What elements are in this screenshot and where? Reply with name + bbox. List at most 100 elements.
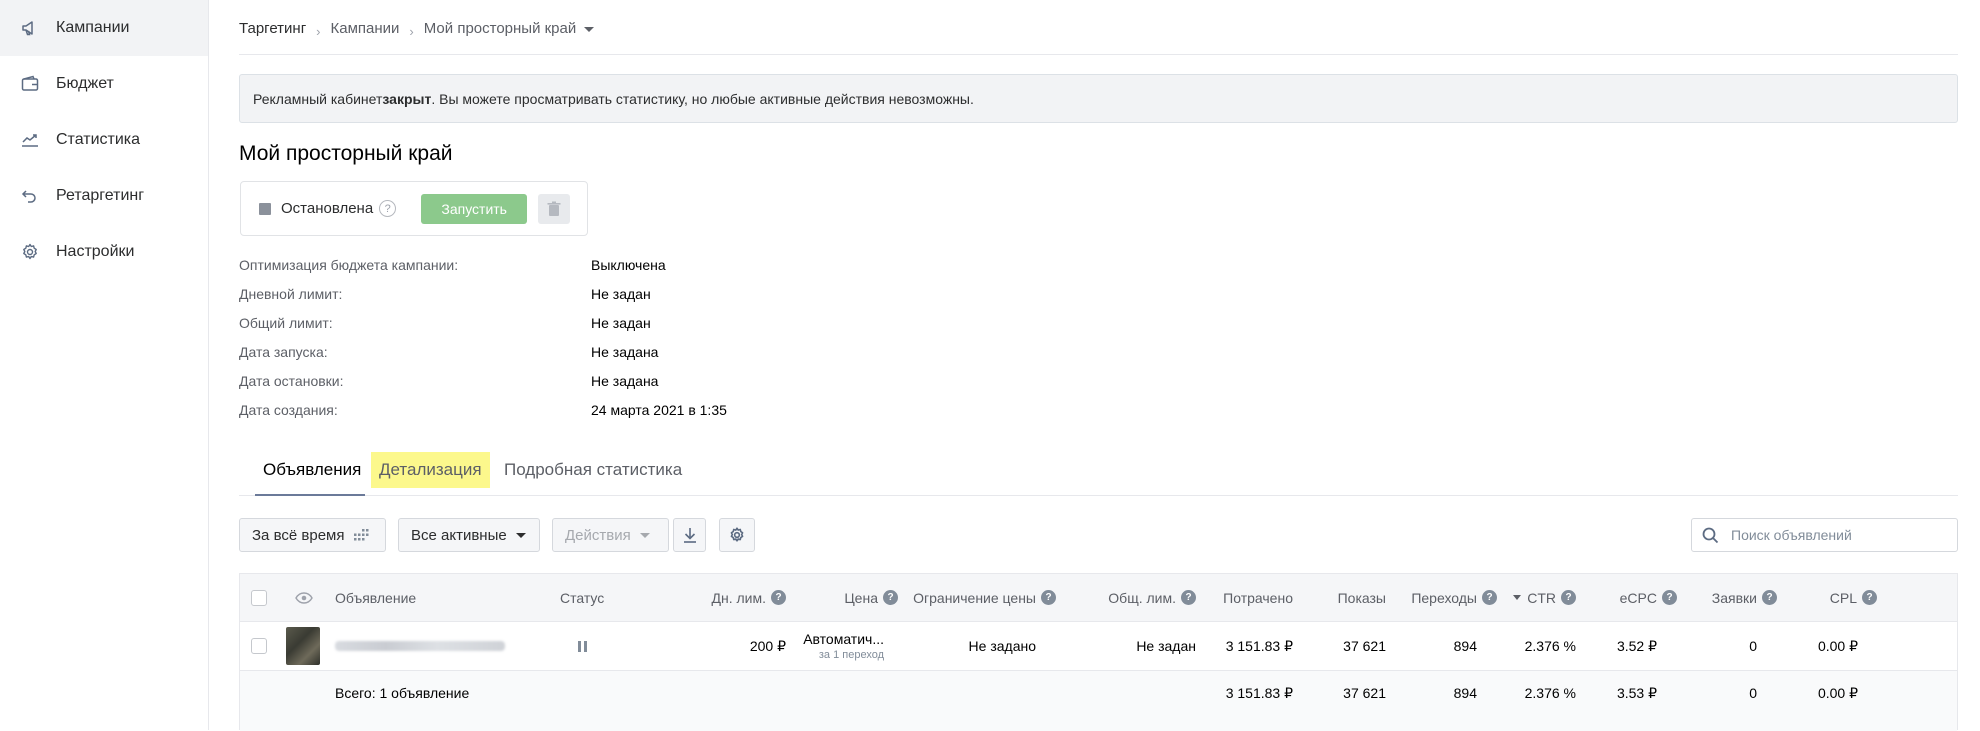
property-row: Дата запуска: Не задана	[239, 344, 839, 373]
col-status[interactable]: Статус	[560, 574, 604, 621]
pause-icon[interactable]	[578, 622, 587, 670]
help-icon[interactable]: ?	[379, 200, 397, 217]
property-row: Оптимизация бюджета кампании: Выключена	[239, 257, 839, 286]
col-day-limit[interactable]: Дн. лим.?	[660, 574, 786, 621]
cell-price-limit: Не задано	[968, 638, 1036, 654]
col-total-limit-label: Общ. лим.	[1108, 589, 1176, 606]
col-price-limit[interactable]: Ограничение цены?	[900, 574, 1056, 621]
pause-status-icon	[578, 640, 587, 652]
property-label: Общий лимит:	[239, 315, 333, 331]
select-all-checkbox[interactable]	[251, 574, 267, 621]
breadcrumb-targeting[interactable]: Таргетинг	[239, 20, 306, 37]
search-input[interactable]	[1729, 526, 1953, 544]
sidebar-item-campaigns[interactable]: Кампании	[0, 0, 208, 56]
col-total-limit[interactable]: Общ. лим.?	[1060, 574, 1196, 621]
cell-price: Автоматич... за 1 переход	[796, 622, 884, 670]
return-arrow-icon	[19, 185, 41, 207]
price-value: Автоматич...	[803, 631, 884, 647]
eye-icon[interactable]	[295, 574, 313, 621]
col-impressions[interactable]: Показы	[1300, 574, 1386, 621]
breadcrumb: Таргетинг › Кампании › Мой просторный кр…	[239, 20, 595, 39]
info-icon[interactable]: ?	[1762, 590, 1777, 605]
cell-total-limit: Не задан	[1136, 638, 1196, 654]
property-row: Дата остановки: Не задана	[239, 373, 839, 402]
col-price-limit-label: Ограничение цены	[913, 589, 1036, 606]
info-icon[interactable]: ?	[1041, 590, 1056, 605]
total-cpl: 0.00 ₽	[1817, 684, 1858, 701]
property-row: Дневной лимит: Не задан	[239, 286, 839, 315]
wallet-icon	[19, 73, 41, 95]
breadcrumb-campaign-dropdown[interactable]: Мой просторный край	[423, 20, 595, 37]
property-label: Дневной лимит:	[239, 286, 343, 302]
breadcrumb-campaign-name: Мой просторный край	[423, 20, 577, 37]
info-icon[interactable]: ?	[883, 590, 898, 605]
start-campaign-button[interactable]: Запустить	[421, 193, 528, 224]
cell-day-limit: 200 ₽	[749, 637, 786, 654]
info-icon[interactable]: ?	[1862, 590, 1877, 605]
download-button[interactable]	[673, 518, 706, 552]
ads-table: Объявление Статус Дн. лим.? Цена? Ограни…	[239, 573, 1958, 731]
ad-name-redacted[interactable]	[335, 622, 505, 670]
period-label: За всё время	[252, 526, 345, 544]
col-day-limit-label: Дн. лим.	[711, 589, 767, 606]
sidebar-item-settings[interactable]: Настройки	[0, 224, 208, 280]
property-label: Оптимизация бюджета кампании:	[239, 257, 459, 273]
info-icon[interactable]: ?	[771, 590, 786, 605]
col-clicks[interactable]: Переходы?	[1390, 574, 1497, 621]
stopped-status-icon	[259, 202, 271, 215]
info-icon[interactable]: ?	[1482, 590, 1497, 605]
tab-detailed-stats[interactable]: Подробная статистика	[504, 445, 682, 495]
ad-name-blurred	[335, 641, 505, 651]
divider	[239, 54, 1958, 55]
col-leads[interactable]: Заявки?	[1680, 574, 1777, 621]
period-select-button[interactable]: За всё время	[239, 518, 386, 552]
sidebar-item-budget[interactable]: Бюджет	[0, 56, 208, 112]
info-icon[interactable]: ?	[1561, 590, 1576, 605]
checkbox	[251, 589, 267, 606]
tab-bar: Объявления Детализация Подробная статист…	[239, 445, 1958, 496]
table-settings-button[interactable]	[719, 518, 755, 552]
campaign-properties: Оптимизация бюджета кампании: Выключена …	[239, 257, 839, 431]
actions-dropdown[interactable]: Действия	[552, 518, 669, 552]
row-checkbox[interactable]	[251, 622, 267, 670]
property-value: Не задана	[591, 344, 659, 360]
col-ad[interactable]: Объявление	[335, 574, 416, 621]
checkbox	[251, 638, 267, 654]
download-icon	[683, 528, 696, 543]
breadcrumb-separator: ›	[316, 24, 321, 39]
total-ecpc: 3.53 ₽	[1616, 684, 1657, 701]
ad-thumbnail	[286, 622, 320, 670]
table-row[interactable]: 200 ₽ Автоматич... за 1 переход Не задан…	[240, 622, 1957, 671]
sidebar-item-statistics[interactable]: Статистика	[0, 112, 208, 168]
ad-search-box	[1691, 518, 1958, 552]
cell-clicks: 894	[1453, 638, 1477, 654]
info-icon[interactable]: ?	[1181, 590, 1196, 605]
col-clicks-label: Переходы	[1411, 589, 1477, 606]
status-filter-dropdown[interactable]: Все активные	[398, 518, 540, 552]
col-ctr[interactable]: CTR?	[1500, 574, 1576, 621]
property-value: Не задан	[591, 286, 651, 302]
breadcrumb-campaigns[interactable]: Кампании	[331, 20, 400, 37]
sidebar-item-retargeting[interactable]: Ретаргетинг	[0, 168, 208, 224]
table-header: Объявление Статус Дн. лим.? Цена? Ограни…	[240, 574, 1957, 622]
cabinet-closed-alert: Рекламный кабинет закрыт. Вы можете прос…	[239, 74, 1958, 123]
tab-details[interactable]: Детализация	[371, 452, 490, 488]
chevron-down-icon	[639, 532, 650, 538]
info-icon[interactable]: ?	[1662, 590, 1677, 605]
trash-icon	[547, 201, 561, 216]
delete-button[interactable]	[538, 193, 571, 224]
col-price[interactable]: Цена?	[800, 574, 898, 621]
sort-desc-icon	[1513, 595, 1522, 600]
total-impressions: 37 621	[1343, 685, 1386, 701]
gear-icon	[730, 527, 744, 542]
sidebar: Кампании Бюджет Статистика Ретаргетинг Н…	[0, 0, 209, 730]
total-label: Всего: 1 объявление	[335, 685, 470, 701]
col-ecpc[interactable]: eCPC?	[1580, 574, 1677, 621]
chevron-down-icon	[584, 27, 595, 32]
tab-ads[interactable]: Объявления	[263, 445, 361, 495]
total-leads: 0	[1749, 685, 1757, 701]
sidebar-item-label: Бюджет	[56, 75, 114, 92]
cell-ecpc: 3.52 ₽	[1616, 637, 1657, 654]
col-spent[interactable]: Потрачено	[1200, 574, 1293, 621]
col-cpl[interactable]: CPL?	[1780, 574, 1877, 621]
